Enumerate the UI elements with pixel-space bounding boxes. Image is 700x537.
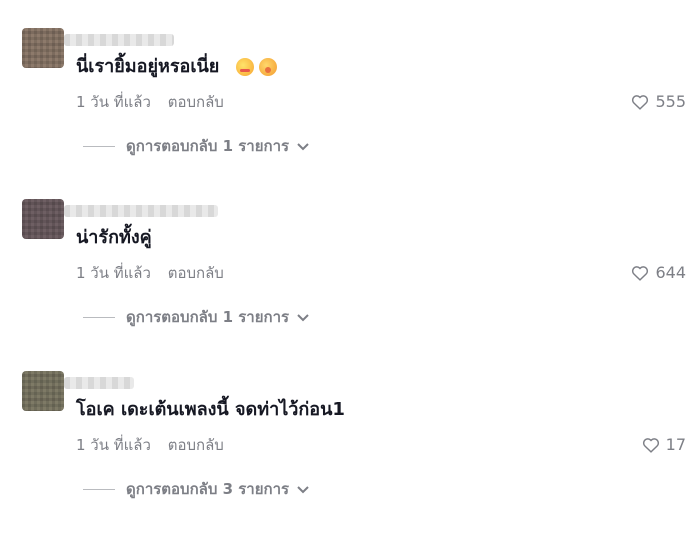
divider-line: [83, 145, 115, 147]
comment-item: นี่เรายิ้มอยู่หรอเนี่ย 1 วัน ที่แล้ว ตอบ…: [0, 22, 700, 194]
comment-text: โอเค เดะเต้นเพลงนี้ จดท่าไว้ก่อน1: [76, 397, 345, 423]
like-button[interactable]: 555: [631, 92, 686, 111]
like-count: 555: [655, 92, 686, 111]
chevron-down-icon: [297, 308, 309, 326]
relieved-face-emoji: [235, 58, 254, 76]
reply-button[interactable]: ตอบกลับ: [168, 436, 224, 454]
view-replies-label: ดูการตอบกลับ 1 รายการ: [126, 308, 290, 326]
divider-line: [83, 316, 115, 318]
view-replies-label: ดูการตอบกลับ 1 รายการ: [126, 137, 290, 155]
view-replies-label: ดูการตอบกลับ 3 รายการ: [126, 480, 290, 498]
comment-text-content: นี่เรายิ้มอยู่หรอเนี่ย: [76, 56, 220, 77]
avatar[interactable]: [22, 199, 64, 239]
comment-text: น่ารักทั้งคู่: [76, 225, 152, 251]
chevron-down-icon: [297, 137, 309, 155]
chevron-down-icon: [297, 480, 309, 498]
view-replies-button[interactable]: ดูการตอบกลับ 3 รายการ: [83, 477, 309, 501]
like-button[interactable]: 17: [642, 435, 686, 454]
like-button[interactable]: 644: [631, 263, 686, 282]
comment-text-content: โอเค เดะเต้นเพลงนี้ จดท่าไว้ก่อน1: [76, 399, 345, 420]
heart-outline-icon: [642, 437, 660, 453]
emoji-group: [235, 58, 277, 76]
reply-button[interactable]: ตอบกลับ: [168, 93, 224, 111]
view-replies-button[interactable]: ดูการตอบกลับ 1 รายการ: [83, 305, 309, 329]
comment-time: 1 วัน ที่แล้ว: [76, 264, 151, 282]
comment-time: 1 วัน ที่แล้ว: [76, 436, 151, 454]
comment-item: น่ารักทั้งคู่ 1 วัน ที่แล้ว ตอบกลับ 644 …: [0, 193, 700, 365]
username-blurred[interactable]: [64, 377, 134, 389]
heart-outline-icon: [631, 265, 649, 281]
comment-text-content: น่ารักทั้งคู่: [76, 227, 152, 248]
view-replies-button[interactable]: ดูการตอบกลับ 1 รายการ: [83, 134, 309, 158]
username-blurred[interactable]: [64, 34, 174, 46]
divider-line: [83, 488, 115, 490]
comment-meta: 1 วัน ที่แล้ว ตอบกลับ: [76, 90, 224, 114]
comment-item: โอเค เดะเต้นเพลงนี้ จดท่าไว้ก่อน1 1 วัน …: [0, 365, 700, 537]
comment-text: นี่เรายิ้มอยู่หรอเนี่ย: [76, 54, 277, 80]
avatar[interactable]: [22, 28, 64, 68]
reply-button[interactable]: ตอบกลับ: [168, 264, 224, 282]
avatar[interactable]: [22, 371, 64, 411]
face-with-hand-over-mouth-emoji: [258, 58, 277, 76]
comment-time: 1 วัน ที่แล้ว: [76, 93, 151, 111]
username-blurred[interactable]: [64, 205, 218, 217]
like-count: 17: [665, 435, 686, 454]
comment-meta: 1 วัน ที่แล้ว ตอบกลับ: [76, 261, 224, 285]
like-count: 644: [655, 263, 686, 282]
heart-outline-icon: [631, 94, 649, 110]
comment-meta: 1 วัน ที่แล้ว ตอบกลับ: [76, 433, 224, 457]
